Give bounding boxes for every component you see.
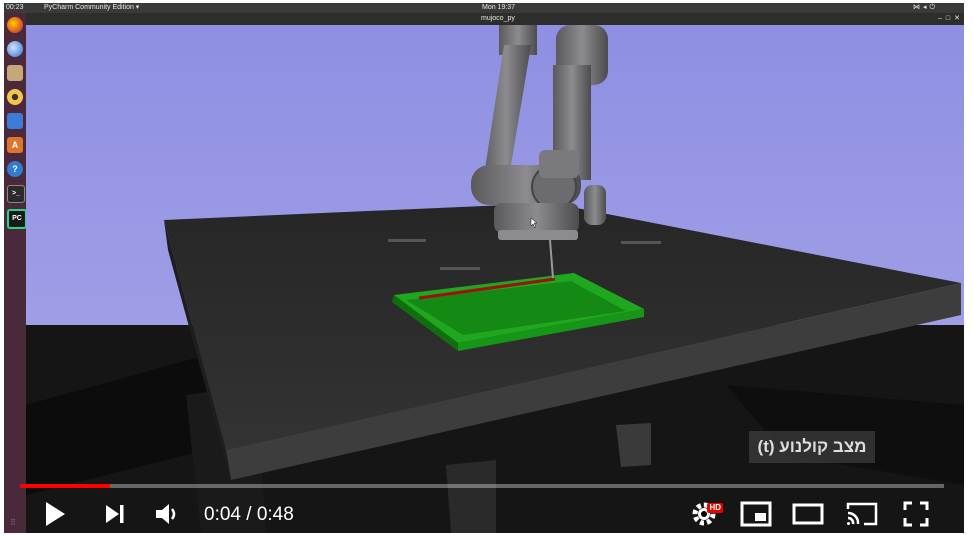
network-icon[interactable]: ⋈	[913, 4, 923, 11]
theater-mode-button[interactable]	[790, 495, 826, 533]
cast-button[interactable]	[844, 495, 880, 533]
settings-button[interactable]: HD	[688, 495, 723, 533]
table-marker	[621, 241, 661, 244]
next-button[interactable]	[102, 495, 128, 533]
video-frame[interactable]: 00:23 PyCharm Community Edition ▾ Mon 19…	[4, 3, 964, 533]
robot-end-effector	[494, 203, 579, 233]
volume-button[interactable]	[152, 495, 182, 533]
play-icon	[46, 502, 65, 526]
minimize-icon[interactable]: –	[938, 15, 946, 22]
pycharm-icon[interactable]: PC	[7, 209, 27, 229]
theater-icon	[792, 503, 824, 525]
table-marker	[440, 267, 480, 270]
next-icon	[106, 505, 124, 523]
time-separator: /	[240, 504, 257, 525]
fullscreen-icon	[903, 501, 929, 527]
table-marker	[388, 239, 426, 242]
miniplayer-button[interactable]	[738, 495, 774, 533]
progress-played	[20, 484, 111, 488]
ubuntu-top-bar: 00:23 PyCharm Community Edition ▾ Mon 19…	[4, 3, 964, 13]
firefox-icon[interactable]	[7, 17, 23, 33]
power-icon[interactable]: ⏻	[929, 4, 938, 11]
top-center-clock[interactable]: Mon 19:37	[482, 3, 515, 13]
app-menu[interactable]: PyCharm Community Edition ▾	[44, 3, 139, 13]
current-time: 0:04	[204, 504, 241, 525]
system-tray[interactable]: ⋈◂⏻	[913, 3, 938, 13]
miniplayer-icon	[740, 501, 772, 527]
progress-bar[interactable]	[20, 484, 944, 488]
ubuntu-launcher: A ? >_ PC	[4, 13, 27, 533]
help-icon[interactable]: ?	[7, 161, 23, 177]
software-icon[interactable]: A	[7, 137, 23, 153]
table-leg	[616, 423, 651, 467]
files-icon[interactable]	[7, 65, 23, 81]
drag-handle-icon: ⠿	[10, 518, 17, 527]
duration: 0:48	[256, 504, 294, 525]
volume-icon	[156, 504, 176, 524]
window-title: mujoco_py	[481, 15, 515, 22]
top-left-clock: 00:23	[6, 4, 24, 11]
window-title-bar: mujoco_py –□✕	[26, 13, 964, 25]
time-display: 0:04 / 0:48	[204, 503, 294, 527]
writer-icon[interactable]	[7, 113, 23, 129]
player-controls: 0:04 / 0:48 HD	[4, 495, 964, 533]
window-buttons[interactable]: –□✕	[938, 13, 964, 25]
rhythmbox-icon[interactable]	[7, 89, 23, 105]
maximize-icon[interactable]: □	[946, 15, 954, 22]
theater-mode-tooltip: מצב קולנוע (t)	[749, 431, 875, 463]
fullscreen-button[interactable]	[900, 495, 932, 533]
play-button[interactable]	[40, 495, 70, 533]
thunderbird-icon[interactable]	[7, 41, 23, 57]
close-icon[interactable]: ✕	[954, 15, 964, 22]
hd-badge: HD	[707, 503, 723, 513]
cast-icon	[846, 502, 878, 526]
terminal-icon[interactable]: >_	[7, 185, 25, 203]
